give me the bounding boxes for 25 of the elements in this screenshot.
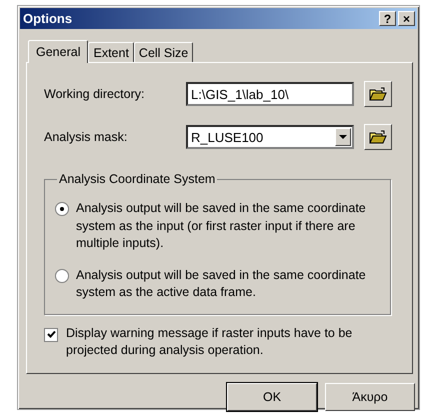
folder-icon (369, 130, 387, 144)
dropdown-value: R_LUSE100 (191, 130, 264, 144)
option-label: Analysis output will be saved in the same coordinate system as the input (or first raster input if there are multiple inputs). (76, 200, 367, 252)
field-label: Analysis mask: (44, 130, 128, 144)
group-title: Analysis Coordinate System (58, 172, 216, 186)
tab[interactable]: Extent (88, 42, 134, 62)
tab[interactable]: Cell Size (134, 42, 194, 62)
radio-button[interactable] (55, 202, 69, 216)
dialog-button[interactable]: Άκυρο (325, 383, 415, 411)
option-label: Analysis output will be saved in the same coordinate system as the active data frame. (76, 266, 367, 301)
input-field[interactable]: L:\GIS_1\lab_10\ (186, 82, 354, 106)
radio-button[interactable] (55, 268, 69, 282)
dropdown[interactable]: R_LUSE100 (186, 125, 354, 149)
tab[interactable]: General (28, 40, 88, 63)
dialog-button[interactable]: OK (227, 383, 317, 411)
browse-button[interactable] (364, 124, 392, 150)
folder-icon (369, 86, 387, 102)
close-button[interactable]: × (398, 11, 415, 26)
help-button[interactable]: ? (379, 11, 396, 26)
browse-button[interactable] (364, 81, 392, 107)
field-value: L:\GIS_1\lab_10\ (191, 86, 289, 102)
field-label: Working directory: (44, 87, 146, 101)
window-title: Options (23, 11, 74, 26)
checkbox[interactable] (44, 328, 58, 342)
checkbox-label: Display warning message if raster inputs have to be projected during analysis operation. (66, 324, 354, 359)
